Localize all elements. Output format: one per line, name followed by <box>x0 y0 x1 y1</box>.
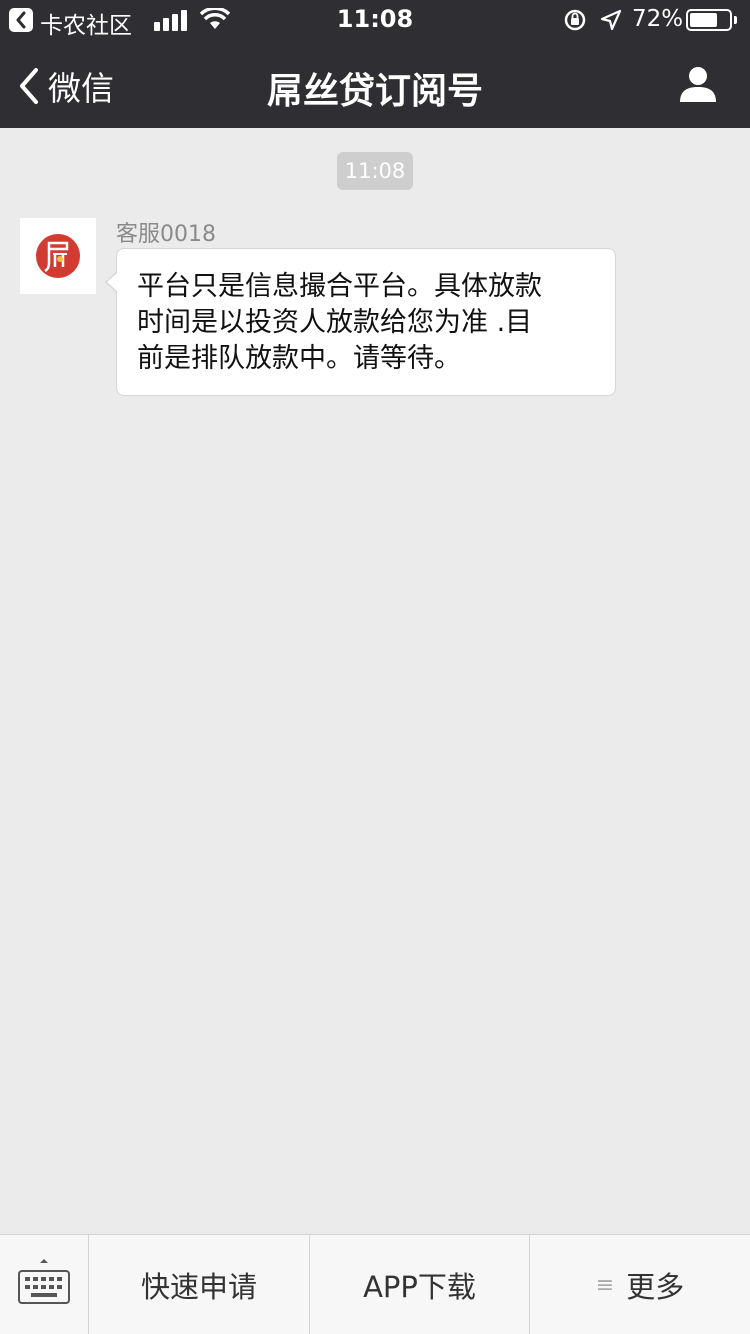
profile-icon[interactable] <box>678 64 718 104</box>
battery-nub <box>734 16 737 24</box>
nav-bar: 微信 屌丝贷订阅号 <box>0 40 750 128</box>
rotation-lock-icon <box>564 9 586 31</box>
menu-quick-apply-label: 快速申请 <box>140 1270 257 1304</box>
menu-more[interactable]: ≡ 更多 <box>530 1235 750 1334</box>
message-bubble[interactable]: 平台只是信息撮合平台。具体放款 时间是以投资人放款给您为准 .目 前是排队放款中… <box>116 248 616 396</box>
battery-level <box>690 13 717 27</box>
top-bar: 卡农社区 11:08 72% 微信 屌丝贷订阅号 <box>0 0 750 128</box>
bubble-tail-fill <box>107 272 118 292</box>
menu-app-download-label: APP下载 <box>363 1270 476 1304</box>
menu-quick-apply[interactable]: 快速申请 <box>89 1235 310 1334</box>
battery-icon <box>686 9 732 31</box>
submenu-icon: ≡ <box>595 1272 615 1298</box>
location-icon <box>600 9 622 31</box>
keyboard-toggle-button[interactable] <box>0 1235 89 1334</box>
avatar[interactable] <box>20 218 96 294</box>
menu-app-download[interactable]: APP下载 <box>310 1235 530 1334</box>
keyboard-icon <box>18 1259 70 1304</box>
battery-percent: 72% <box>632 6 684 32</box>
brand-logo-icon <box>36 234 80 278</box>
status-bar: 卡农社区 11:08 72% <box>0 0 750 40</box>
sender-name: 客服0018 <box>116 222 216 247</box>
bottom-menu-bar: 快速申请 APP下载 ≡ 更多 <box>0 1234 750 1334</box>
menu-more-label: 更多 <box>626 1270 685 1304</box>
message-timestamp: 11:08 <box>337 152 413 190</box>
page-title: 屌丝贷订阅号 <box>266 71 483 112</box>
